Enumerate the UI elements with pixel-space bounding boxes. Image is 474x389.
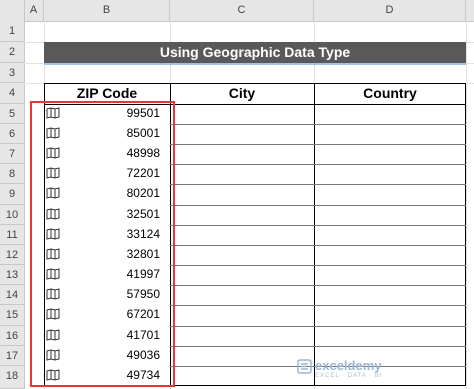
row-header-12[interactable]: 12 (0, 245, 24, 265)
column-header-c[interactable]: C (170, 0, 314, 21)
gridline (466, 21, 467, 389)
row-divider (170, 326, 466, 327)
row-header-7[interactable]: 7 (0, 144, 24, 164)
row-header-18[interactable]: 18 (0, 366, 24, 389)
row-header-1[interactable]: 1 (0, 21, 24, 42)
row-divider (170, 346, 466, 347)
column-divider (314, 83, 315, 386)
row-divider (170, 205, 466, 206)
row-header-13[interactable]: 13 (0, 265, 24, 285)
spreadsheet: A B C D 1 2 3 4 5 6 7 8 9 10 11 12 13 14… (0, 0, 474, 389)
row-divider (170, 305, 466, 306)
row-header-6[interactable]: 6 (0, 124, 24, 144)
row-divider (170, 285, 466, 286)
row-divider (170, 245, 466, 246)
row-header-4[interactable]: 4 (0, 83, 24, 104)
header-country[interactable]: Country (314, 85, 466, 101)
row-header-11[interactable]: 11 (0, 225, 24, 245)
sheet-title[interactable]: Using Geographic Data Type (44, 42, 466, 63)
row-header-14[interactable]: 14 (0, 285, 24, 305)
selection-highlight-frame (30, 101, 175, 387)
row-header-2[interactable]: 2 (0, 42, 24, 63)
column-header-b[interactable]: B (44, 0, 170, 21)
header-zip-code[interactable]: ZIP Code (44, 85, 170, 101)
row-header-9[interactable]: 9 (0, 184, 24, 205)
row-header-15[interactable]: 15 (0, 305, 24, 326)
exceldemy-logo-icon (297, 359, 312, 374)
row-header-3[interactable]: 3 (0, 63, 24, 83)
row-divider (170, 265, 466, 266)
row-divider (170, 124, 466, 125)
row-header-8[interactable]: 8 (0, 164, 24, 184)
column-header-a[interactable]: A (24, 0, 44, 21)
column-header-d[interactable]: D (314, 0, 466, 21)
watermark-name: exceldemy (315, 358, 382, 373)
row-divider (170, 164, 466, 165)
watermark-tagline: EXCEL · DATA · BI (315, 373, 383, 379)
title-underline (44, 63, 466, 65)
row-divider (170, 144, 466, 145)
select-all-corner[interactable] (0, 0, 25, 21)
row-header-17[interactable]: 17 (0, 346, 24, 366)
row-divider (170, 184, 466, 185)
row-header-16[interactable]: 16 (0, 326, 24, 346)
row-divider (170, 225, 466, 226)
header-city[interactable]: City (170, 85, 314, 101)
row-header-5[interactable]: 5 (0, 104, 24, 124)
row-header-10[interactable]: 10 (0, 205, 24, 225)
